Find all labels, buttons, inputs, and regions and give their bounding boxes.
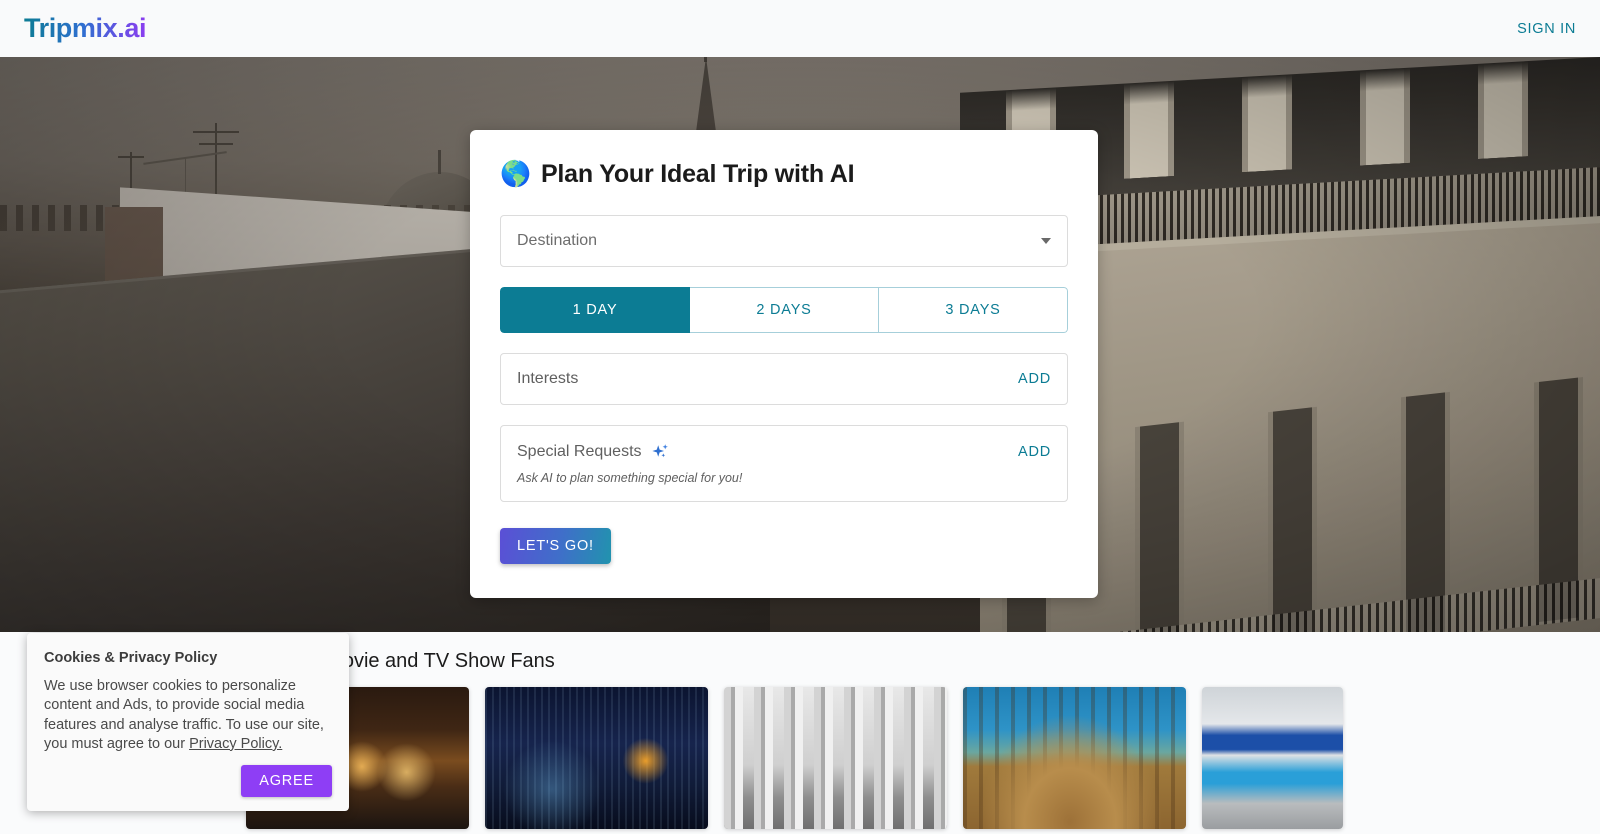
special-requests-label: Special Requests: [517, 443, 642, 460]
agree-button[interactable]: AGREE: [241, 765, 332, 798]
logo[interactable]: Tripmix.ai: [24, 13, 146, 44]
privacy-policy-link[interactable]: Privacy Policy.: [189, 736, 282, 752]
tab-2-days[interactable]: 2 DAYS: [690, 287, 879, 333]
tokyo-tower-skyline-image: [485, 687, 708, 829]
globe-icon: 🌎: [500, 160, 531, 188]
rome-colosseum-image: [963, 687, 1186, 829]
interests-row: Interests ADD: [517, 370, 1051, 388]
special-requests-label-group: Special Requests: [517, 442, 670, 462]
destination-placeholder: Destination: [517, 232, 598, 249]
site-header: Tripmix.ai SIGN IN: [0, 0, 1600, 57]
lets-go-button[interactable]: LET'S GO!: [500, 528, 611, 564]
collection-card-toms-restaurant-nyc[interactable]: [1202, 687, 1343, 829]
collection-card-tokyo-tower-skyline[interactable]: [485, 687, 708, 829]
special-requests-panel: Special Requests ADD Ask AI to plan some…: [500, 425, 1068, 502]
special-requests-hint: Ask AI to plan something special for you…: [517, 471, 743, 485]
interests-add-button[interactable]: ADD: [1018, 371, 1051, 387]
tab-1-day[interactable]: 1 DAY: [500, 287, 690, 333]
cookie-banner-title: Cookies & Privacy Policy: [44, 650, 218, 666]
sign-in-button[interactable]: SIGN IN: [1517, 21, 1576, 37]
page-title: 🌎 Plan Your Ideal Trip with AI: [500, 160, 1068, 189]
ai-sparkle-icon: [650, 442, 670, 462]
special-requests-add-button[interactable]: ADD: [1018, 444, 1051, 460]
interests-panel: Interests ADD: [500, 353, 1068, 405]
tab-3-days[interactable]: 3 DAYS: [879, 287, 1068, 333]
toms-restaurant-nyc-image: [1202, 687, 1343, 829]
trip-planner-card: 🌎 Plan Your Ideal Trip with AI Destinati…: [470, 130, 1098, 598]
page-title-text: Plan Your Ideal Trip with AI: [540, 160, 855, 188]
paris-bir-hakeim-bridge-image: [724, 687, 947, 829]
special-requests-row: Special Requests ADD: [517, 442, 1051, 462]
interests-label: Interests: [517, 370, 579, 387]
duration-tab-group: 1 DAY 2 DAYS 3 DAYS: [500, 287, 1068, 333]
cookie-banner-actions: AGREE: [44, 765, 332, 798]
collection-card-paris-bir-hakeim-bridge[interactable]: [724, 687, 947, 829]
cookie-consent-banner: Cookies & Privacy Policy We use browser …: [27, 633, 349, 812]
cookie-banner-body: We use browser cookies to personalize co…: [44, 677, 332, 754]
destination-select[interactable]: Destination: [500, 215, 1068, 267]
chevron-down-icon[interactable]: [1041, 238, 1051, 244]
collection-card-rome-colosseum[interactable]: [963, 687, 1186, 829]
